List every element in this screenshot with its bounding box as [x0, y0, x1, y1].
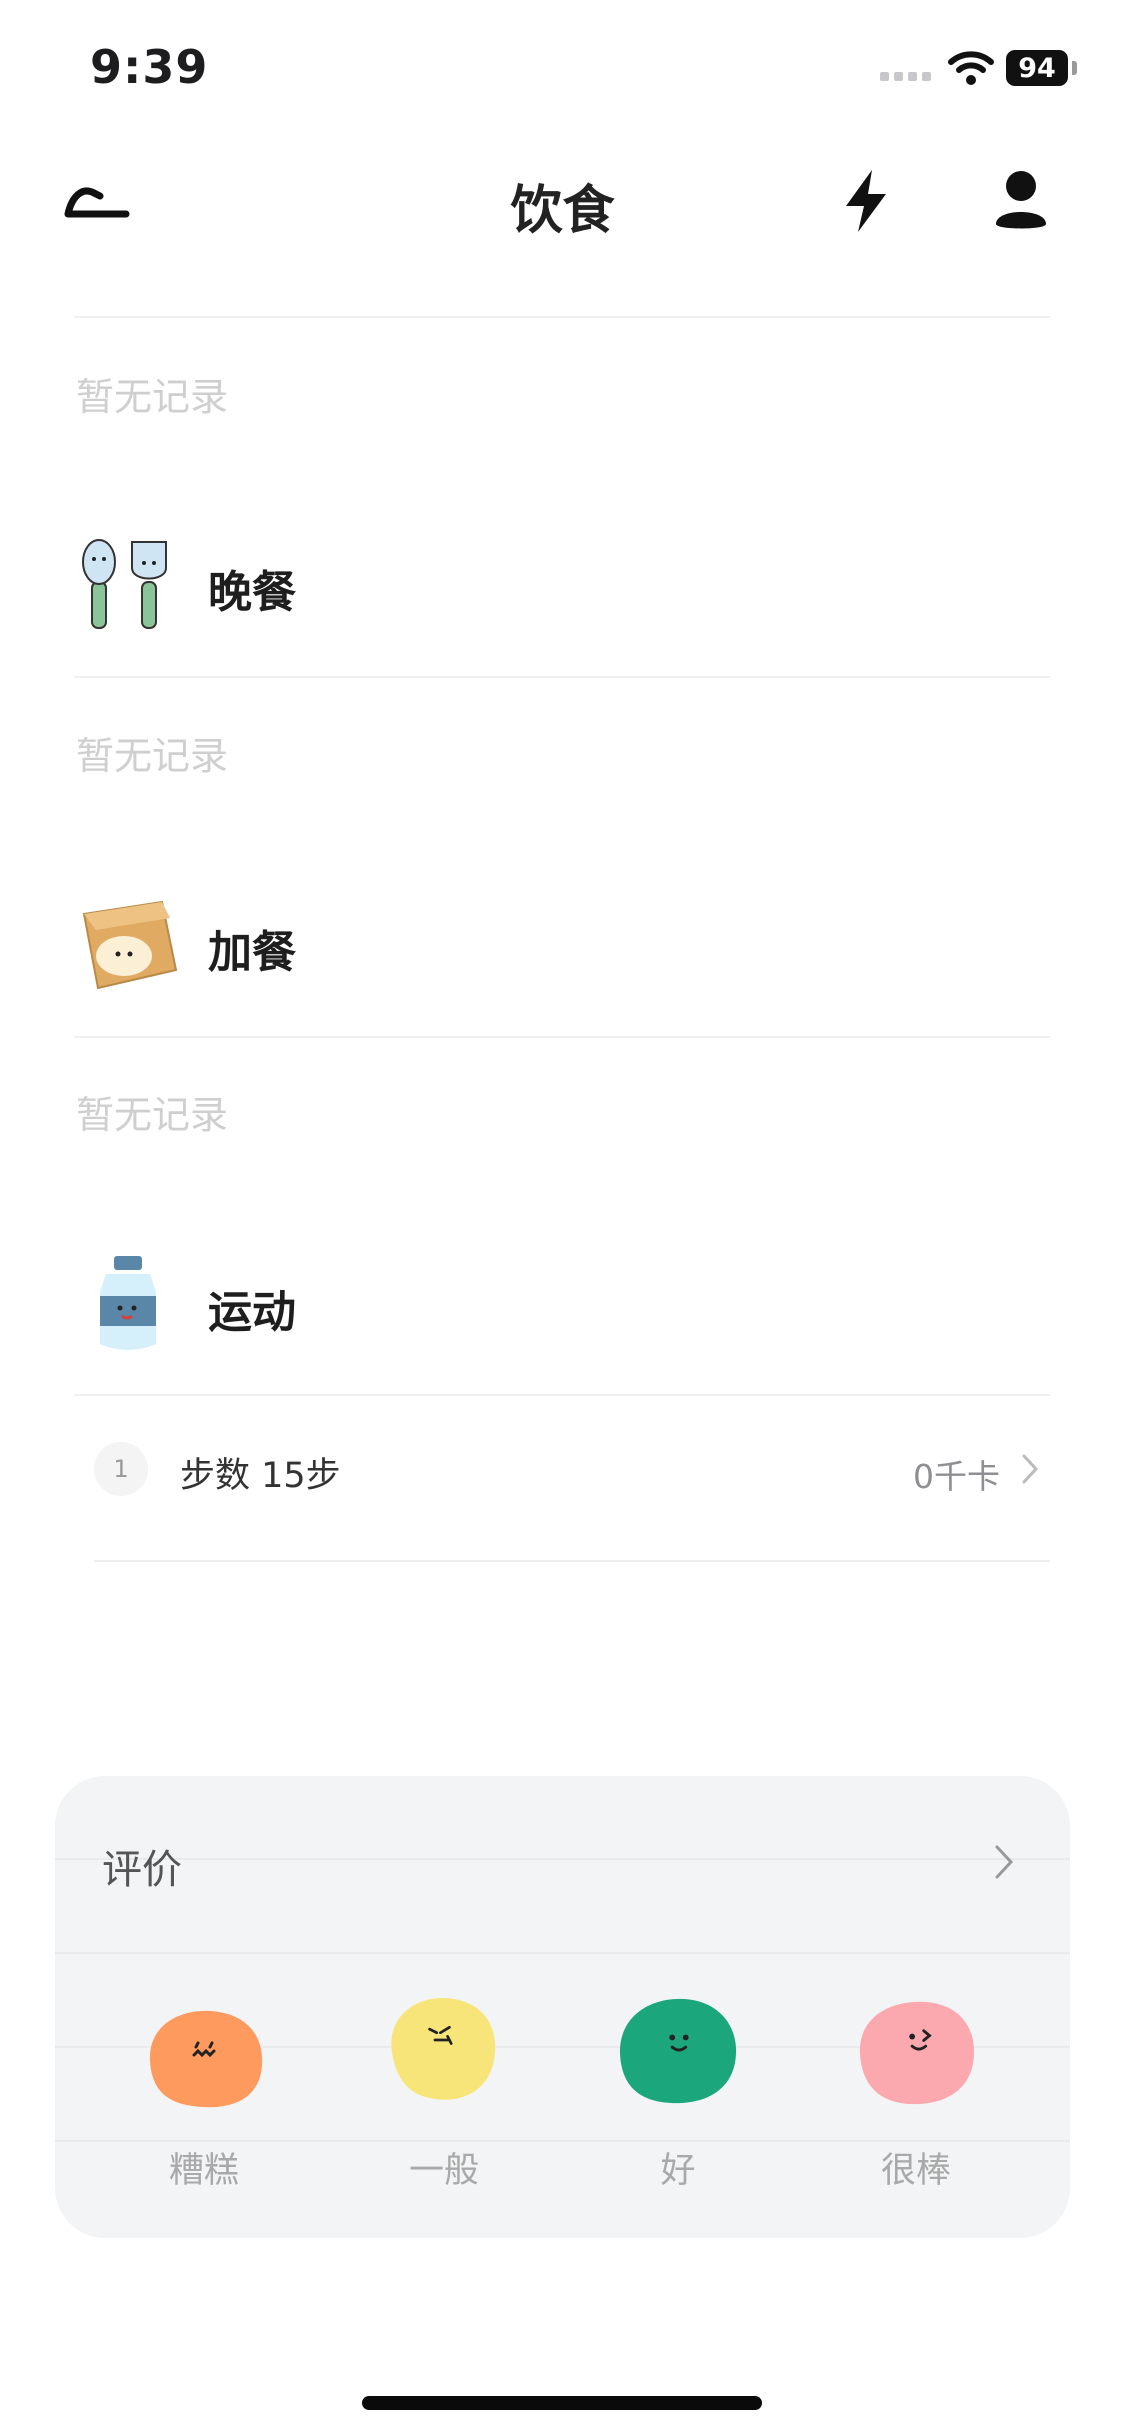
meal-title-snack[interactable]: 加餐	[208, 916, 296, 980]
cellular-signal-icon	[880, 72, 934, 84]
face-terrible-icon[interactable]	[140, 2003, 268, 2115]
page-title: 饮食	[510, 181, 615, 241]
divider	[94, 1560, 1050, 1562]
battery-icon: 94	[1006, 50, 1068, 86]
divider	[75, 1394, 1050, 1396]
empty-record-text: 暂无记录	[76, 1093, 229, 1137]
chevron-right-icon[interactable]	[993, 1843, 1015, 1881]
battery-cap	[1072, 61, 1077, 75]
divider	[75, 1036, 1050, 1038]
rating-label-great[interactable]: 很棒	[816, 2142, 1016, 2193]
rating-label-good[interactable]: 好	[578, 2142, 778, 2193]
utensils-icon	[82, 539, 167, 629]
divider	[75, 676, 1050, 678]
wifi-icon	[948, 51, 994, 85]
empty-record-text: 暂无记录	[76, 375, 229, 419]
face-great-icon[interactable]	[852, 1996, 980, 2108]
battery-level: 94	[1018, 52, 1056, 84]
home-indicator[interactable]	[362, 2396, 762, 2410]
section-title-exercise[interactable]: 运动	[208, 1276, 296, 1340]
meal-title-dinner[interactable]: 晚餐	[208, 556, 296, 620]
exercise-calories: 0千卡	[913, 1457, 1000, 1496]
divider	[75, 316, 1050, 318]
rating-label-terrible[interactable]: 糟糕	[104, 2142, 304, 2193]
lightning-icon[interactable]	[838, 168, 894, 234]
face-average-icon[interactable]	[380, 1993, 508, 2105]
chevron-right-icon	[1022, 1454, 1039, 1484]
snack-bag-icon	[82, 900, 178, 990]
empty-record-text: 暂无记录	[76, 734, 229, 778]
exercise-name: 步数 15步	[180, 1456, 341, 1496]
card-gridline	[55, 1858, 1070, 1860]
profile-icon[interactable]	[992, 168, 1050, 232]
entry-index: 1	[94, 1442, 148, 1496]
rating-label-average[interactable]: 一般	[344, 2142, 544, 2193]
face-good-icon[interactable]	[614, 1995, 742, 2107]
card-divider	[55, 1952, 1070, 1954]
status-time: 9:39	[90, 40, 209, 94]
rating-title[interactable]: 评价	[102, 1837, 182, 1895]
water-bottle-icon	[100, 1256, 156, 1350]
